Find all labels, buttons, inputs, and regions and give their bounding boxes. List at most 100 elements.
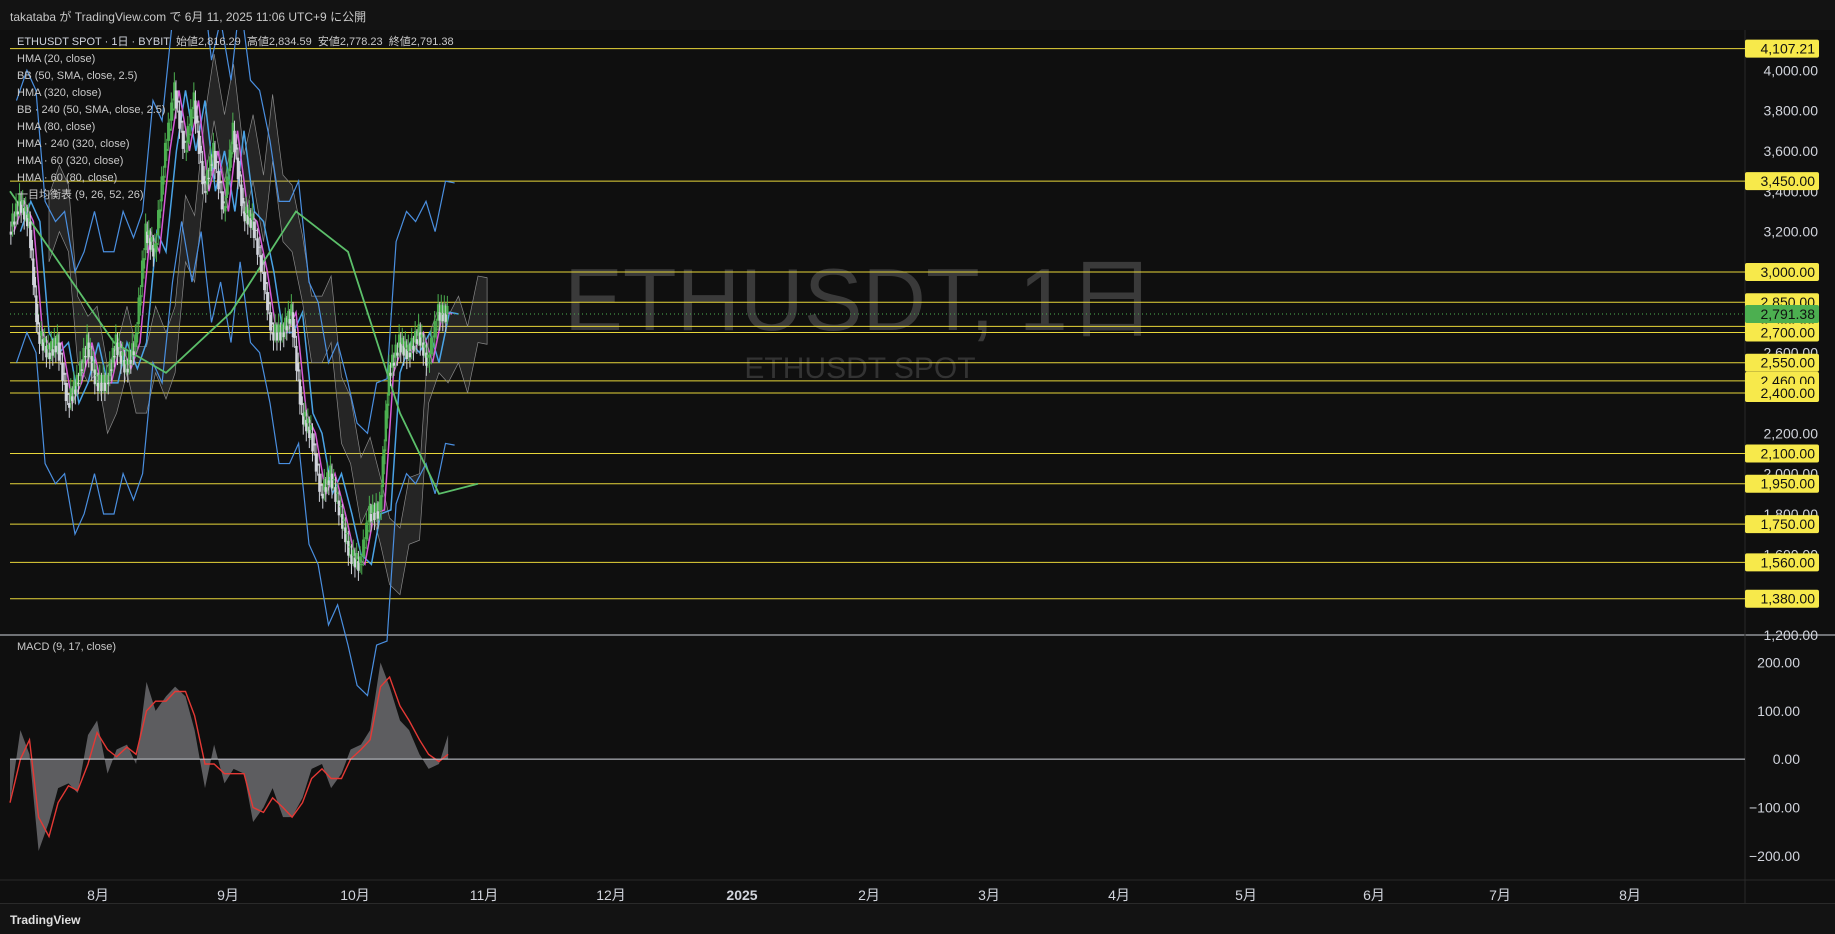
indicator-hma80[interactable]: HMA (80, close) xyxy=(17,119,454,136)
candle-body xyxy=(311,433,314,452)
candle-body xyxy=(30,240,33,251)
price-axis-tick: 3,800.00 xyxy=(1764,103,1819,119)
candle-body xyxy=(9,231,13,235)
candle-body xyxy=(80,369,84,371)
candle-body xyxy=(13,221,16,225)
candle-body xyxy=(426,354,430,358)
candle-body xyxy=(245,206,248,214)
macd-axis-tick: 200.00 xyxy=(1757,655,1800,671)
candle-body xyxy=(366,530,370,532)
close-value: 2,791.38 xyxy=(410,36,454,48)
indicator-bb240[interactable]: BB · 240 (50, SMA, close, 2.5) xyxy=(17,102,454,119)
candle-body xyxy=(270,322,274,325)
candle-body xyxy=(425,352,428,366)
candle-body xyxy=(110,369,113,371)
candle-body xyxy=(431,345,435,347)
candle-body xyxy=(33,276,37,288)
candle-body xyxy=(341,513,344,529)
candle-body xyxy=(446,305,449,314)
candle-body xyxy=(142,258,146,269)
candle-body xyxy=(89,347,92,350)
candle-body xyxy=(155,243,158,252)
indicator-legend: ETHUSDT SPOT · 1日 · BYBIT 始値2,816.29 高値2… xyxy=(17,34,454,204)
price-axis-tick: 2,200.00 xyxy=(1764,425,1819,441)
level-tag-label: 2,400.00 xyxy=(1761,385,1816,401)
macd-axis-tick: −200.00 xyxy=(1749,848,1800,864)
price-axis-tick: 1,200.00 xyxy=(1764,627,1819,643)
candle-body xyxy=(352,549,355,557)
candle-body xyxy=(360,564,363,566)
candle-body xyxy=(118,343,121,347)
candle-body xyxy=(420,334,423,338)
macd-label[interactable]: MACD (9, 17, close) xyxy=(17,641,116,653)
candle-body xyxy=(277,324,280,333)
candle-body xyxy=(358,556,362,563)
candle-body xyxy=(96,382,100,391)
candle-body xyxy=(443,305,446,314)
candle-body xyxy=(371,504,374,514)
candle-body xyxy=(313,443,316,446)
candle-body xyxy=(101,374,105,383)
candle-body xyxy=(16,211,19,215)
indicator-bb[interactable]: BB (50, SMA, close, 2.5) xyxy=(17,68,454,85)
candle-body xyxy=(389,372,392,376)
candle-body xyxy=(280,324,284,333)
candle-body xyxy=(147,230,150,235)
time-axis-tick: 6月 xyxy=(1363,887,1385,903)
candle-body xyxy=(43,337,46,343)
candle-body xyxy=(224,206,227,212)
indicator-hma320[interactable]: HMA (320, close) xyxy=(17,85,454,102)
candle-body xyxy=(254,229,257,231)
time-axis-tick: 7月 xyxy=(1489,887,1511,903)
candle-body xyxy=(71,396,74,402)
candle-body xyxy=(285,325,288,331)
candle-body xyxy=(423,344,427,348)
macd-histogram-area xyxy=(10,662,449,851)
candle-body xyxy=(259,255,263,272)
level-tag-label: 3,450.00 xyxy=(1761,173,1816,189)
candle-body xyxy=(444,313,448,322)
candle-body xyxy=(293,329,296,338)
candle-body xyxy=(344,527,347,543)
candle-body xyxy=(62,372,66,375)
candle-body xyxy=(282,332,285,338)
candle-body xyxy=(267,302,271,305)
candle-body xyxy=(135,332,139,343)
candle-body xyxy=(24,206,27,212)
candle-body xyxy=(14,203,18,217)
macd-axis-tick: −100.00 xyxy=(1749,800,1800,816)
candle-body xyxy=(269,312,272,331)
time-axis-tick: 10月 xyxy=(340,887,370,903)
candle-body xyxy=(440,304,443,313)
indicator-ichimoku[interactable]: 一目均衡表 (9, 26, 52, 26) xyxy=(17,187,454,204)
candle-body xyxy=(369,513,373,522)
candle-body xyxy=(121,351,124,356)
candle-body xyxy=(113,355,116,358)
candle-body xyxy=(266,292,269,311)
watermark-main: ETHUSDT, 1日 xyxy=(564,250,1156,349)
level-tag-label: 2,550.00 xyxy=(1761,355,1816,371)
candle-body xyxy=(251,213,254,220)
candle-body xyxy=(252,221,256,238)
candle-body xyxy=(95,374,98,377)
indicator-hma60-320[interactable]: HMA · 60 (320, close) xyxy=(17,153,454,170)
candle-body xyxy=(66,392,69,395)
candle-body xyxy=(90,355,93,371)
candle-body xyxy=(387,364,391,396)
candle-body xyxy=(54,345,58,353)
symbol-line[interactable]: ETHUSDT SPOT · 1日 · BYBIT 始値2,816.29 高値2… xyxy=(17,34,454,51)
low-label: 安値 xyxy=(317,36,340,48)
candle-body xyxy=(324,487,327,492)
low-value: 2,778.23 xyxy=(339,36,383,48)
candle-body xyxy=(345,532,349,535)
candle-body xyxy=(376,511,380,519)
candle-body xyxy=(264,282,267,285)
indicator-hma240[interactable]: HMA · 240 (320, close) xyxy=(17,136,454,153)
publish-header: takataba が TradingView.com で 6月 11, 2025… xyxy=(0,0,1835,30)
indicator-hma60-80[interactable]: HMA · 60 (80, close) xyxy=(17,170,454,187)
candle-body xyxy=(327,480,331,486)
indicator-hma20[interactable]: HMA (20, close) xyxy=(17,51,454,68)
time-axis-tick: 11月 xyxy=(470,887,499,903)
candle-body xyxy=(309,425,313,430)
candle-body xyxy=(275,332,279,341)
